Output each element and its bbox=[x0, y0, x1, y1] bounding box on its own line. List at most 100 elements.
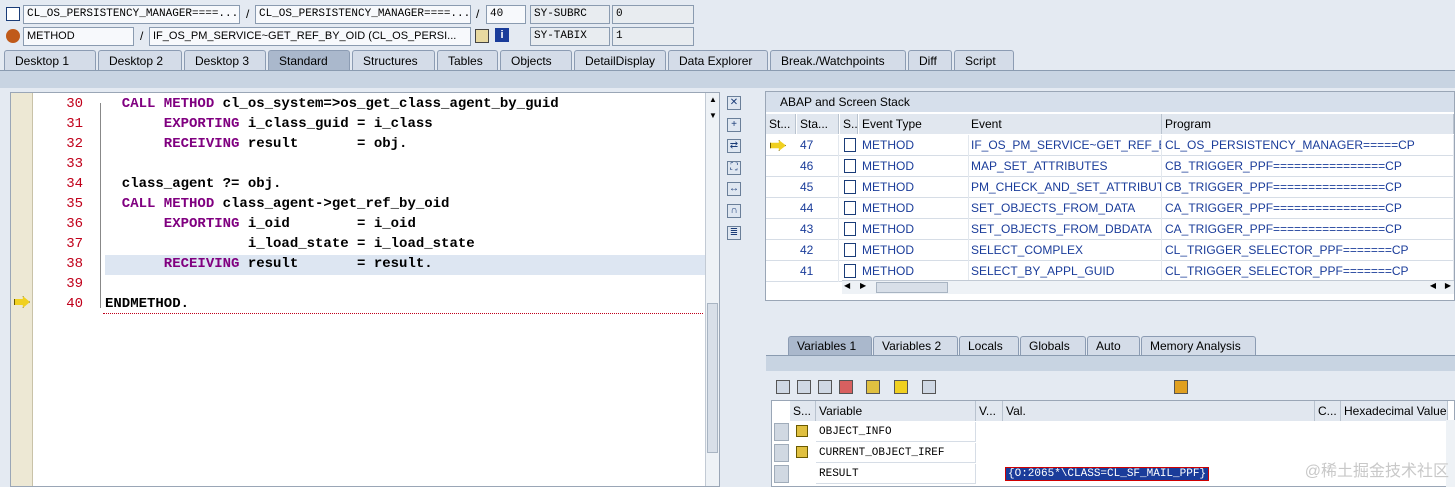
tab-desktop-3[interactable]: Desktop 3 bbox=[184, 50, 266, 71]
service-icon[interactable]: ∩ bbox=[727, 204, 741, 218]
close-pane-icon[interactable]: ✕ bbox=[727, 96, 741, 110]
stack-row[interactable]: 45 METHOD PM_CHECK_AND_SET_ATTRIBUT... CB_T… bbox=[766, 177, 1454, 198]
variable-value-cell[interactable]: {O:2065*\CLASS=CL_SF_MAIL_PPF} bbox=[1003, 464, 1315, 484]
scroll-thumb[interactable] bbox=[876, 282, 948, 293]
new-tool-icon[interactable]: + bbox=[727, 118, 741, 132]
variables-column-header[interactable]: Val. bbox=[1003, 401, 1315, 421]
variables-column-header[interactable]: S... bbox=[790, 401, 816, 421]
code-line[interactable]: class_agent ?= obj. bbox=[105, 176, 282, 192]
variable-name-cell[interactable]: RESULT bbox=[816, 464, 976, 484]
tab-script[interactable]: Script bbox=[954, 50, 1014, 71]
tab-locals[interactable]: Locals bbox=[959, 336, 1019, 356]
stack-row[interactable]: 47 METHOD IF_OS_PM_SERVICE~GET_REF_B... CL_… bbox=[766, 135, 1454, 156]
source-icon[interactable] bbox=[844, 264, 856, 278]
object-reference-link[interactable]: {O:2065*\CLASS=CL_SF_MAIL_PPF} bbox=[1004, 467, 1210, 481]
code-line[interactable]: RECEIVING result = obj. bbox=[105, 136, 408, 152]
tab-variables-2[interactable]: Variables 2 bbox=[873, 336, 958, 356]
delete-icon[interactable] bbox=[776, 380, 790, 394]
tab-auto[interactable]: Auto bbox=[1087, 336, 1140, 356]
variables-column-header[interactable]: C... bbox=[1315, 401, 1341, 421]
variables-column-header[interactable]: Variable bbox=[816, 401, 976, 421]
code-line[interactable]: CALL METHOD class_agent->get_ref_by_oid bbox=[105, 196, 450, 212]
stack-hscrollbar[interactable]: ◀ ▶ ◀ ▶ bbox=[842, 280, 1454, 294]
fullscreen-icon[interactable]: ⛶ bbox=[727, 161, 741, 175]
editor-scrollbar[interactable]: ▲ ▼ bbox=[705, 93, 719, 486]
stack-row[interactable]: 44 METHOD SET_OBJECTS_FROM_DATA CA_TRIGGER_… bbox=[766, 198, 1454, 219]
code-line[interactable]: i_load_state = i_load_state bbox=[105, 236, 475, 252]
source-icon[interactable] bbox=[844, 243, 856, 257]
source-icon[interactable] bbox=[844, 222, 856, 236]
swap-icon[interactable]: ↔ bbox=[727, 182, 741, 196]
tab-structures[interactable]: Structures bbox=[352, 50, 435, 71]
scroll-right-icon[interactable]: ▶ bbox=[860, 281, 866, 290]
tab-standard[interactable]: Standard bbox=[268, 50, 350, 71]
scroll-up-icon[interactable]: ▲ bbox=[709, 95, 717, 104]
stack-column-header[interactable]: Event Type bbox=[859, 114, 969, 134]
variable-value-cell[interactable] bbox=[1003, 443, 1315, 463]
tab-globals[interactable]: Globals bbox=[1020, 336, 1086, 356]
display-icon[interactable] bbox=[475, 29, 489, 43]
stack-column-header[interactable]: S... bbox=[840, 114, 858, 134]
tree-view-icon[interactable] bbox=[866, 380, 880, 394]
row-selector[interactable] bbox=[774, 423, 789, 441]
object-icon[interactable] bbox=[922, 380, 936, 394]
delete-all-icon[interactable] bbox=[797, 380, 811, 394]
variable-name-cell[interactable]: CURRENT_OBJECT_IREF bbox=[816, 443, 976, 463]
tab-objects[interactable]: Objects bbox=[500, 50, 572, 71]
tab-memory-analysis[interactable]: Memory Analysis bbox=[1141, 336, 1256, 356]
tab-tables[interactable]: Tables bbox=[437, 50, 498, 71]
tab-diff[interactable]: Diff bbox=[908, 50, 952, 71]
stack-column-header[interactable]: Program bbox=[1162, 114, 1454, 134]
source-icon[interactable] bbox=[844, 201, 856, 215]
program-field[interactable]: CL_OS_PERSISTENCY_MANAGER====... bbox=[23, 5, 240, 24]
navigate-icon[interactable] bbox=[894, 380, 908, 394]
stack-row[interactable]: 41 METHOD SELECT_BY_APPL_GUID CL_TRIGGER_SE… bbox=[766, 261, 1454, 282]
stack-row[interactable]: 42 METHOD SELECT_COMPLEX CL_TRIGGER_SELECTO… bbox=[766, 240, 1454, 261]
tab-variables-1[interactable]: Variables 1 bbox=[788, 336, 872, 356]
stack-column-header[interactable]: Event bbox=[968, 114, 1162, 134]
line-field[interactable]: 40 bbox=[486, 5, 526, 24]
scroll-down-icon[interactable]: ▼ bbox=[709, 111, 717, 120]
tab-detaildisplay[interactable]: DetailDisplay bbox=[574, 50, 666, 71]
variables-column-header[interactable]: Hexadecimal Value bbox=[1341, 401, 1448, 421]
save-icon[interactable] bbox=[1174, 380, 1188, 394]
code-line[interactable]: EXPORTING i_class_guid = i_class bbox=[105, 116, 433, 132]
stack-row[interactable]: 46 METHOD MAP_SET_ATTRIBUTES CB_TRIGGER_PPF… bbox=[766, 156, 1454, 177]
sysvar-value-2[interactable]: 1 bbox=[612, 27, 694, 46]
event-type-field[interactable]: METHOD bbox=[23, 27, 134, 46]
change-value-icon[interactable] bbox=[796, 425, 808, 437]
scroll-left-icon[interactable]: ◀ bbox=[844, 281, 850, 290]
stack-column-header[interactable]: Sta... bbox=[797, 114, 839, 134]
code-line[interactable]: CALL METHOD cl_os_system=>os_get_class_a… bbox=[105, 96, 559, 112]
info-icon[interactable]: i bbox=[495, 28, 509, 42]
tab-break-watchpoints[interactable]: Break./Watchpoints bbox=[770, 50, 906, 71]
scroll-left-icon[interactable]: ◀ bbox=[1430, 281, 1436, 290]
stack-row[interactable]: 43 METHOD SET_OBJECTS_FROM_DBDATA CA_TRIGGE… bbox=[766, 219, 1454, 240]
code-line[interactable]: RECEIVING result = result. bbox=[105, 256, 433, 272]
sysvar-value-1[interactable]: 0 bbox=[612, 5, 694, 24]
export-icon[interactable] bbox=[839, 380, 853, 394]
variables-column-header[interactable]: V... bbox=[976, 401, 1003, 421]
source-icon[interactable] bbox=[844, 159, 856, 173]
source-editor[interactable]: 30 CALL METHOD cl_os_system=>os_get_clas… bbox=[10, 92, 720, 487]
scroll-thumb[interactable] bbox=[707, 303, 718, 453]
replace-tool-icon[interactable]: ⇄ bbox=[727, 139, 741, 153]
tab-data-explorer[interactable]: Data Explorer bbox=[668, 50, 768, 71]
row-selector[interactable] bbox=[774, 444, 789, 462]
source-icon[interactable] bbox=[844, 180, 856, 194]
sysvar-name-1[interactable]: SY-SUBRC bbox=[530, 5, 610, 24]
event-field[interactable]: IF_OS_PM_SERVICE~GET_REF_BY_OID (CL_OS_P… bbox=[149, 27, 471, 46]
row-selector[interactable] bbox=[774, 465, 789, 483]
variable-name-cell[interactable]: OBJECT_INFO bbox=[816, 422, 976, 442]
include-field[interactable]: CL_OS_PERSISTENCY_MANAGER====... bbox=[255, 5, 471, 24]
import-icon[interactable] bbox=[818, 380, 832, 394]
source-icon[interactable] bbox=[844, 138, 856, 152]
code-line[interactable]: ENDMETHOD. bbox=[105, 296, 189, 312]
change-value-icon[interactable] bbox=[796, 446, 808, 458]
code-line[interactable]: EXPORTING i_oid = i_oid bbox=[105, 216, 416, 232]
variable-value-cell[interactable] bbox=[1003, 422, 1315, 442]
stack-column-header[interactable]: St... bbox=[766, 114, 796, 134]
scroll-right-icon[interactable]: ▶ bbox=[1445, 281, 1451, 290]
tree-icon[interactable]: ≣ bbox=[727, 226, 741, 240]
breakpoint-gutter[interactable] bbox=[11, 93, 33, 486]
